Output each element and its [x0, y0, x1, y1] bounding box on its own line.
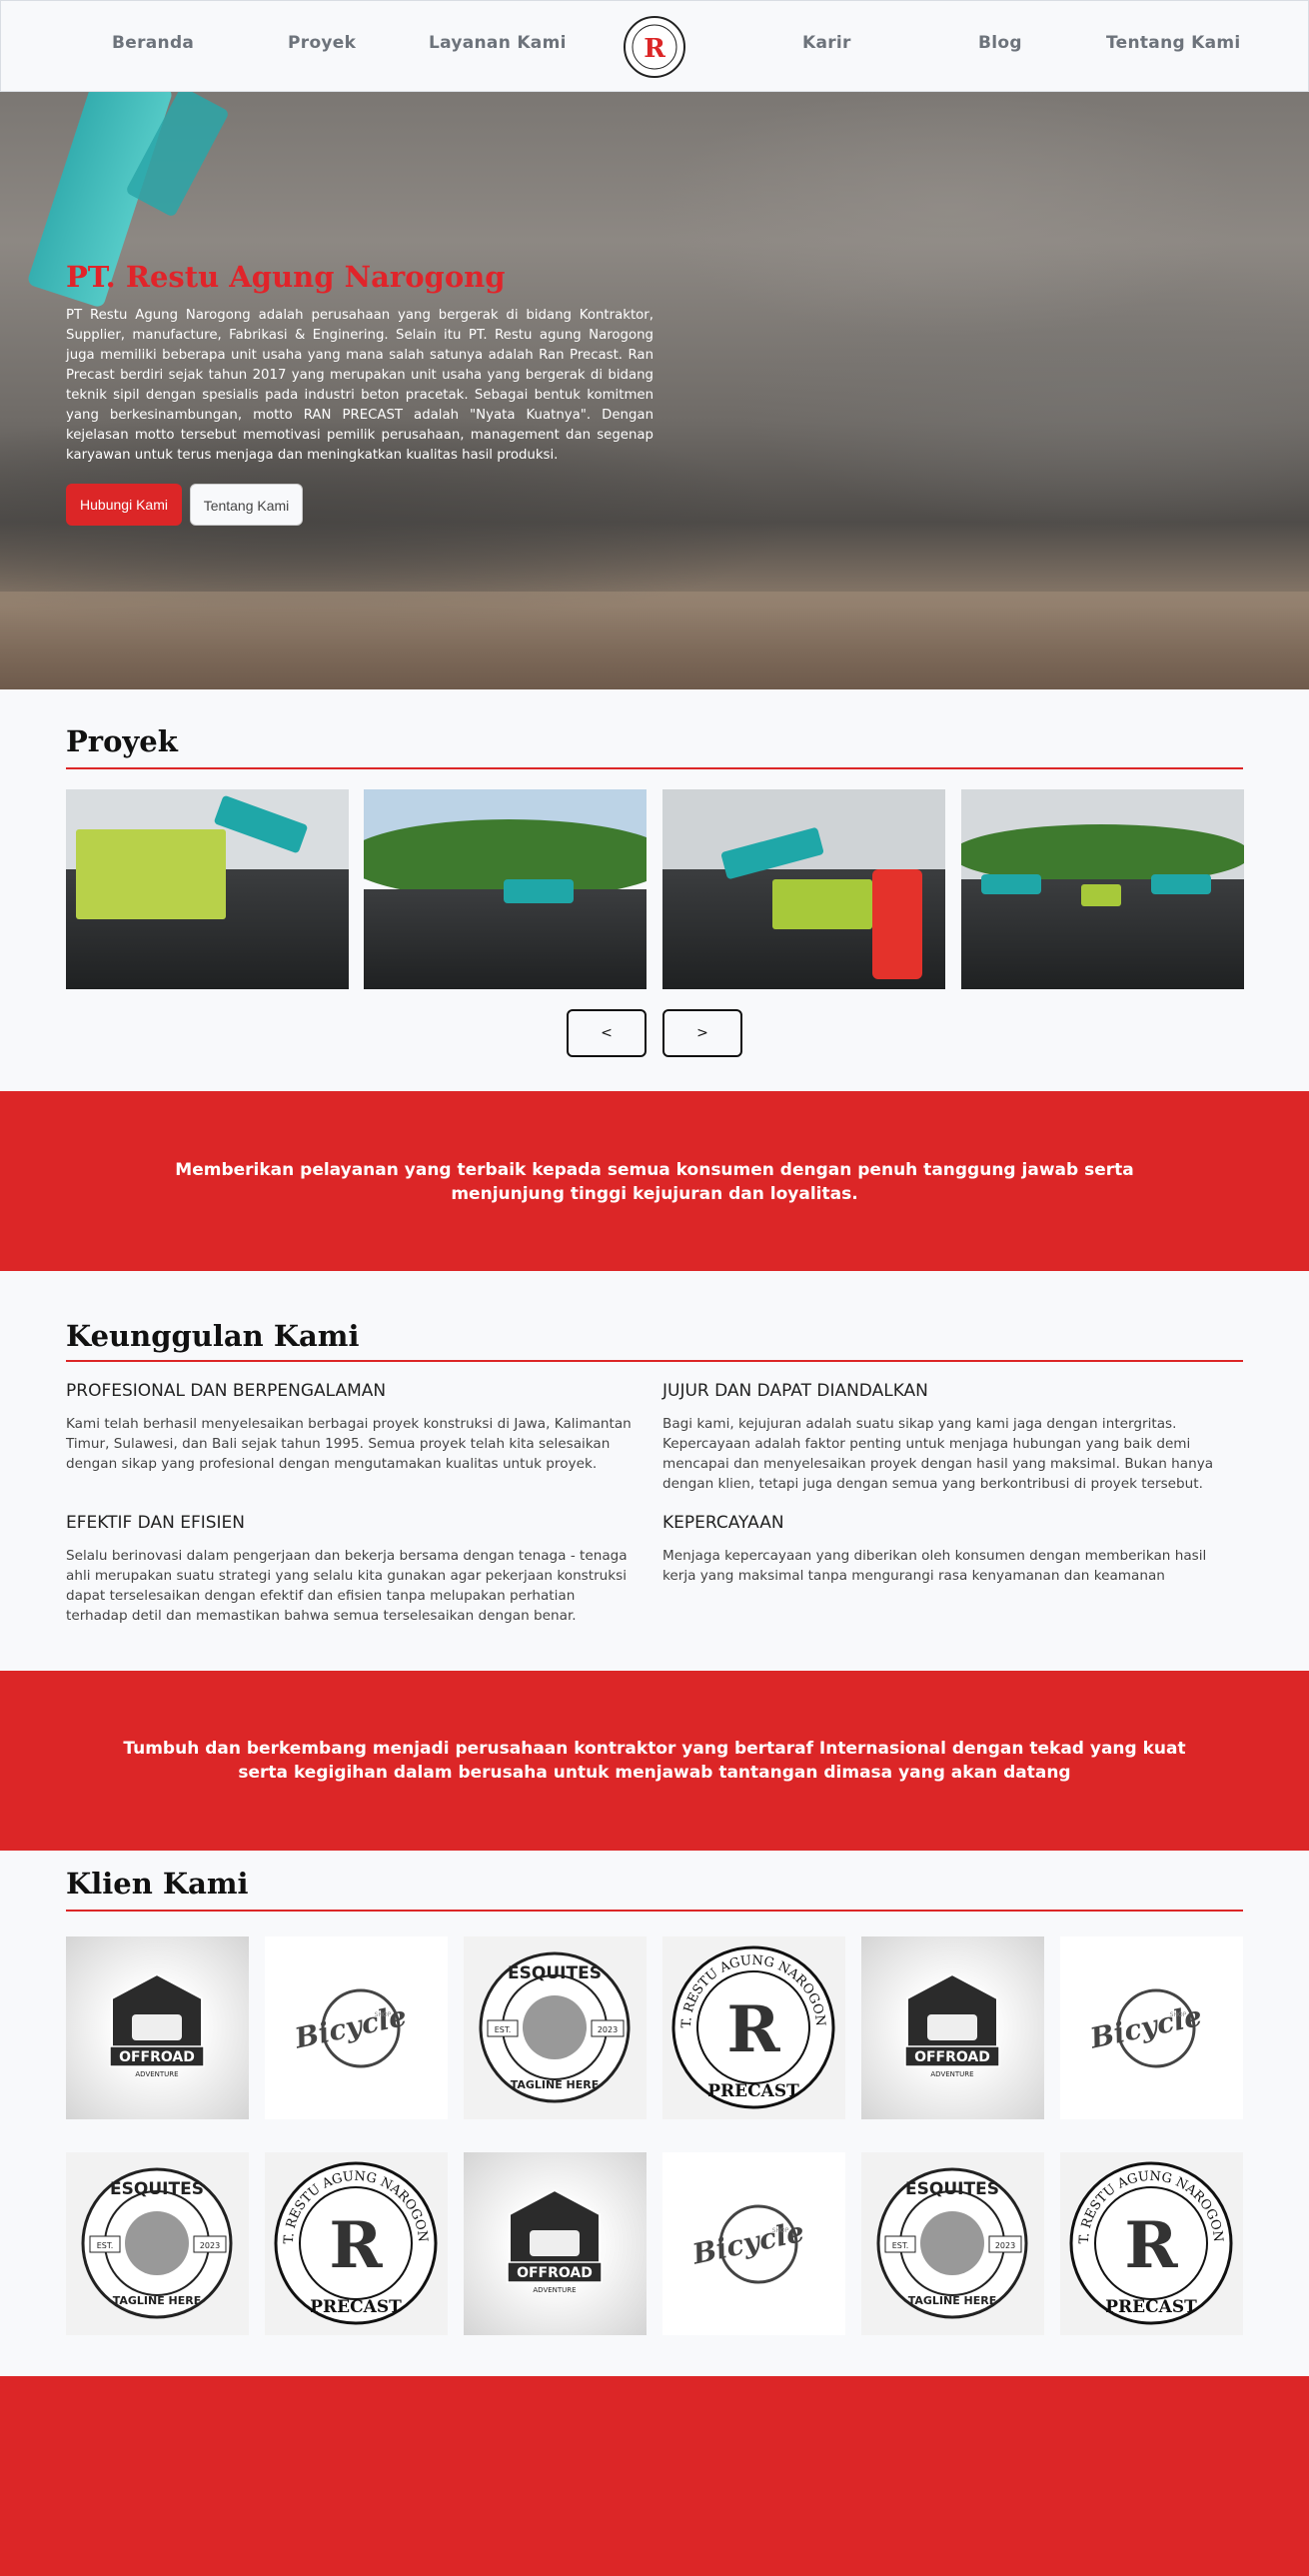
- clients-title: Klien Kami: [66, 1867, 249, 1901]
- project-image-4[interactable]: [961, 789, 1244, 989]
- svg-text:Bicycle: Bicycle: [1086, 1999, 1204, 2055]
- svg-text:PRECAST: PRECAST: [310, 2297, 402, 2317]
- nav-karir[interactable]: Karir: [802, 33, 851, 53]
- excavator: [981, 874, 1041, 894]
- svg-text:OFFROAD: OFFROAD: [119, 2049, 195, 2065]
- mission-text: Memberikan pelayanan yang terbaik kepada…: [175, 1160, 1134, 1204]
- svg-text:Bicycle: Bicycle: [688, 2215, 806, 2271]
- svg-text:OFFROAD: OFFROAD: [914, 2049, 990, 2065]
- excavator: [1151, 874, 1211, 894]
- svg-text:OFFROAD: OFFROAD: [517, 2265, 593, 2281]
- advantage-text-3: Selalu berinovasi dalam pengerjaan dan b…: [66, 1548, 628, 1624]
- project-image-2[interactable]: [364, 789, 647, 989]
- carousel-prev-button[interactable]: <: [567, 1009, 647, 1057]
- advantage-heading-2: JUJUR DAN DAPAT DIANDALKAN: [662, 1381, 928, 1401]
- vision-text: Tumbuh dan berkembang menjadi perusahaan…: [123, 1739, 1186, 1783]
- about-button[interactable]: Tentang Kami: [190, 484, 303, 526]
- advantage-text-1: Kami telah berhasil menyelesaikan berbag…: [66, 1416, 632, 1472]
- hero-title: PT. Restu Agung Narogong: [66, 260, 506, 294]
- svg-text:R: R: [1124, 2208, 1178, 2283]
- svg-text:SHOP: SHOP: [1170, 2011, 1187, 2018]
- advantages-title: Keunggulan Kami: [66, 1319, 360, 1353]
- dump-truck: [1081, 884, 1121, 906]
- client-logo-esquites: ESQUITES TAGLINE HERE EST. 2023: [861, 2152, 1044, 2335]
- advantage-text-4: Menjaga kepercayaan yang diberikan oleh …: [662, 1548, 1207, 1584]
- client-logo-bicycle: Bicycle SHOP: [265, 1936, 448, 2119]
- nav-tentang-kami[interactable]: Tentang Kami: [1106, 33, 1241, 53]
- nav-beranda[interactable]: Beranda: [112, 33, 194, 53]
- dump-truck: [76, 829, 226, 919]
- client-logo-offroad: OFFROAD ADVENTURE: [464, 2152, 647, 2335]
- svg-text:EST.: EST.: [97, 2241, 114, 2250]
- svg-text:EST.: EST.: [495, 2025, 512, 2034]
- hero-description: PT Restu Agung Narogong adalah perusahaa…: [66, 308, 654, 463]
- nav-layanan-kami[interactable]: Layanan Kami: [429, 33, 567, 53]
- carousel-next-button[interactable]: >: [662, 1009, 742, 1057]
- svg-text:TAGLINE HERE: TAGLINE HERE: [908, 2294, 997, 2307]
- svg-text:ESQUITES: ESQUITES: [508, 1963, 602, 1983]
- svg-text:SHOP: SHOP: [772, 2227, 789, 2234]
- dump-truck: [772, 879, 872, 929]
- svg-text:2023: 2023: [598, 2025, 618, 2034]
- nav-proyek[interactable]: Proyek: [288, 33, 356, 53]
- client-logo-precast: PT. RESTU AGUNG NAROGONGRPRECAST: [265, 2152, 448, 2335]
- svg-text:2023: 2023: [200, 2241, 220, 2250]
- advantage-heading-3: EFEKTIF DAN EFISIEN: [66, 1513, 246, 1533]
- ground: [364, 889, 647, 989]
- svg-text:ESQUITES: ESQUITES: [905, 2179, 999, 2199]
- project-image-1[interactable]: [66, 789, 349, 989]
- svg-text:R: R: [644, 34, 665, 64]
- project-image-3[interactable]: [662, 789, 945, 989]
- svg-text:ADVENTURE: ADVENTURE: [533, 2286, 576, 2294]
- advantage-heading-4: KEPERCAYAAN: [662, 1513, 784, 1533]
- projects-divider: [66, 767, 1243, 769]
- clients-divider: [66, 1910, 1243, 1912]
- client-logo-offroad: OFFROAD ADVENTURE: [861, 1936, 1044, 2119]
- svg-text:EST.: EST.: [892, 2241, 909, 2250]
- nav-blog[interactable]: Blog: [978, 33, 1022, 53]
- top-navbar: Beranda Proyek Layanan Kami R Karir Blog…: [0, 0, 1309, 92]
- vision-banner: Tumbuh dan berkembang menjadi perusahaan…: [0, 1671, 1309, 1851]
- brand-logo[interactable]: R: [623, 15, 686, 79]
- svg-text:ADVENTURE: ADVENTURE: [930, 2070, 973, 2078]
- svg-text:ESQUITES: ESQUITES: [110, 2179, 204, 2199]
- excavator: [504, 879, 574, 903]
- advantage-text-2: Bagi kami, kejujuran adalah suatu sikap …: [662, 1416, 1214, 1492]
- advantages-divider: [66, 1360, 1243, 1362]
- hero-content: PT. Restu Agung Narogong PT Restu Agung …: [0, 92, 1309, 689]
- svg-text:TAGLINE HERE: TAGLINE HERE: [113, 2294, 202, 2307]
- advantage-heading-1: PROFESIONAL DAN BERPENGALAMAN: [66, 1381, 387, 1401]
- client-logo-esquites: ESQUITES TAGLINE HERE EST. 2023: [464, 1936, 647, 2119]
- svg-text:SHOP: SHOP: [375, 2011, 392, 2018]
- client-logo-esquites: ESQUITES TAGLINE HERE EST. 2023: [66, 2152, 249, 2335]
- client-logo-precast: PT. RESTU AGUNG NAROGONGRPRECAST: [662, 1936, 845, 2119]
- client-logo-bicycle: Bicycle SHOP: [662, 2152, 845, 2335]
- contact-button[interactable]: Hubungi Kami: [66, 484, 182, 526]
- svg-text:PRECAST: PRECAST: [1105, 2297, 1197, 2317]
- footer: [0, 2376, 1309, 2576]
- svg-text:ADVENTURE: ADVENTURE: [135, 2070, 178, 2078]
- svg-text:R: R: [726, 1992, 780, 2067]
- mission-banner: Memberikan pelayanan yang terbaik kepada…: [0, 1091, 1309, 1271]
- client-logo-bicycle: Bicycle SHOP: [1060, 1936, 1243, 2119]
- svg-text:2023: 2023: [995, 2241, 1015, 2250]
- client-logo-offroad: OFFROAD ADVENTURE: [66, 1936, 249, 2119]
- svg-text:R: R: [329, 2208, 383, 2283]
- projects-title: Proyek: [66, 724, 178, 758]
- svg-text:PRECAST: PRECAST: [707, 2081, 799, 2101]
- svg-text:Bicycle: Bicycle: [291, 1999, 409, 2055]
- worker: [872, 869, 922, 979]
- client-logo-precast: PT. RESTU AGUNG NAROGONGRPRECAST: [1060, 2152, 1243, 2335]
- svg-text:TAGLINE HERE: TAGLINE HERE: [511, 2078, 600, 2091]
